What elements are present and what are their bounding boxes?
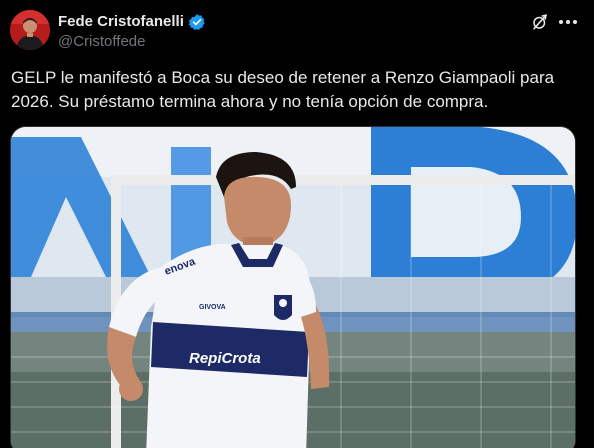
author-avatar[interactable] <box>10 10 50 50</box>
author-handle[interactable]: @Cristoffede <box>58 32 146 51</box>
tweet-card: Fede Cristofanelli @Cristoffede GELP le … <box>0 0 594 448</box>
tweet-text: GELP le manifestó a Boca su deseo de ret… <box>11 68 555 111</box>
author-display-name[interactable]: Fede Cristofanelli <box>58 12 184 31</box>
grok-icon[interactable] <box>530 12 550 32</box>
more-options-icon[interactable] <box>555 12 581 32</box>
kit-brand-text: GIVOVA <box>199 304 226 311</box>
verified-badge-icon[interactable] <box>188 13 206 31</box>
author-name-row: Fede Cristofanelli <box>58 12 206 31</box>
jersey-sponsor-text: RepiCrota <box>189 350 261 367</box>
tweet-media-photo[interactable]: RepiCrota enova GIVOVA <box>10 126 576 448</box>
